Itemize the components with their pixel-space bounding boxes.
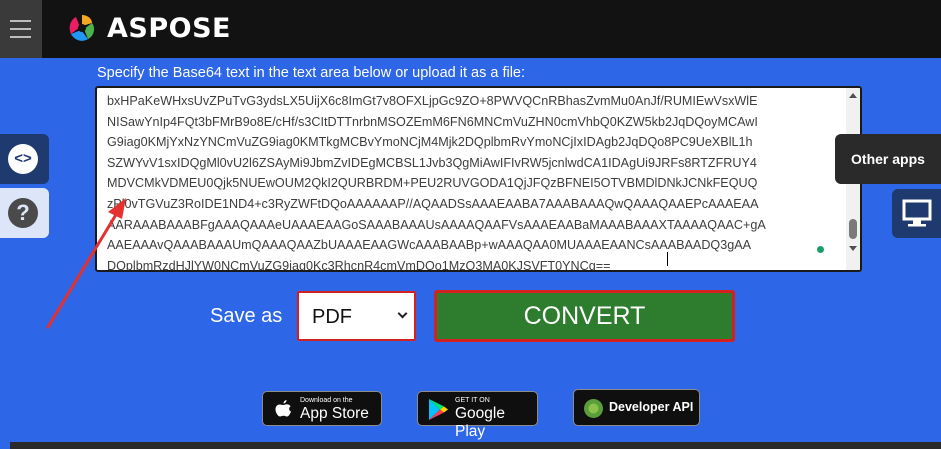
google-play-big-text: Google Play [455, 405, 505, 440]
code-sidebar-button[interactable]: <> [0, 134, 49, 184]
bottom-strip [0, 442, 941, 449]
app-store-big-text: App Store [300, 405, 369, 422]
google-play-icon [429, 399, 448, 420]
developer-api-badge[interactable]: Developer API [573, 389, 700, 426]
monitor-button[interactable] [892, 189, 941, 238]
app-store-badge[interactable]: Download on the App Store [262, 391, 382, 426]
google-play-badge[interactable]: GET IT ON Google Play [417, 391, 538, 440]
scroll-thumb[interactable] [849, 219, 857, 239]
base64-textarea-content[interactable]: bxHPaKeWHxsUvZPuTvG3ydsLX5UijX6c8ImGt7v8… [107, 91, 847, 270]
aspose-logo-icon [69, 15, 95, 41]
google-play-small-text: GET IT ON [455, 397, 490, 404]
chevron-down-icon [397, 308, 408, 319]
developer-api-text: Developer API [609, 400, 694, 414]
apple-icon [275, 400, 291, 417]
monitor-icon [902, 199, 932, 227]
format-select-value: PDF [312, 306, 352, 328]
other-apps-button[interactable]: Other apps [835, 134, 941, 184]
question-icon: ? [8, 198, 38, 228]
developer-api-icon [584, 399, 603, 418]
help-sidebar-button[interactable]: ? [0, 188, 49, 238]
convert-button[interactable]: CONVERT [434, 290, 735, 342]
scroll-up-arrow-icon[interactable] [849, 93, 857, 98]
save-as-label: Save as [210, 305, 283, 327]
text-caret [667, 252, 668, 266]
hamburger-menu-icon[interactable] [0, 0, 42, 58]
grammarly-dot-icon[interactable] [817, 246, 824, 253]
brand-name[interactable]: ASPOSE [107, 13, 231, 44]
scroll-down-arrow-icon[interactable] [849, 246, 857, 251]
instruction-text: Specify the Base64 text in the text area… [97, 65, 526, 81]
top-bar: ASPOSE [0, 0, 941, 58]
format-select[interactable]: PDF [297, 291, 416, 341]
app-store-small-text: Download on the [300, 397, 353, 404]
code-icon: <> [8, 144, 38, 174]
base64-textarea[interactable]: bxHPaKeWHxsUvZPuTvG3ydsLX5UijX6c8ImGt7v8… [95, 86, 862, 272]
